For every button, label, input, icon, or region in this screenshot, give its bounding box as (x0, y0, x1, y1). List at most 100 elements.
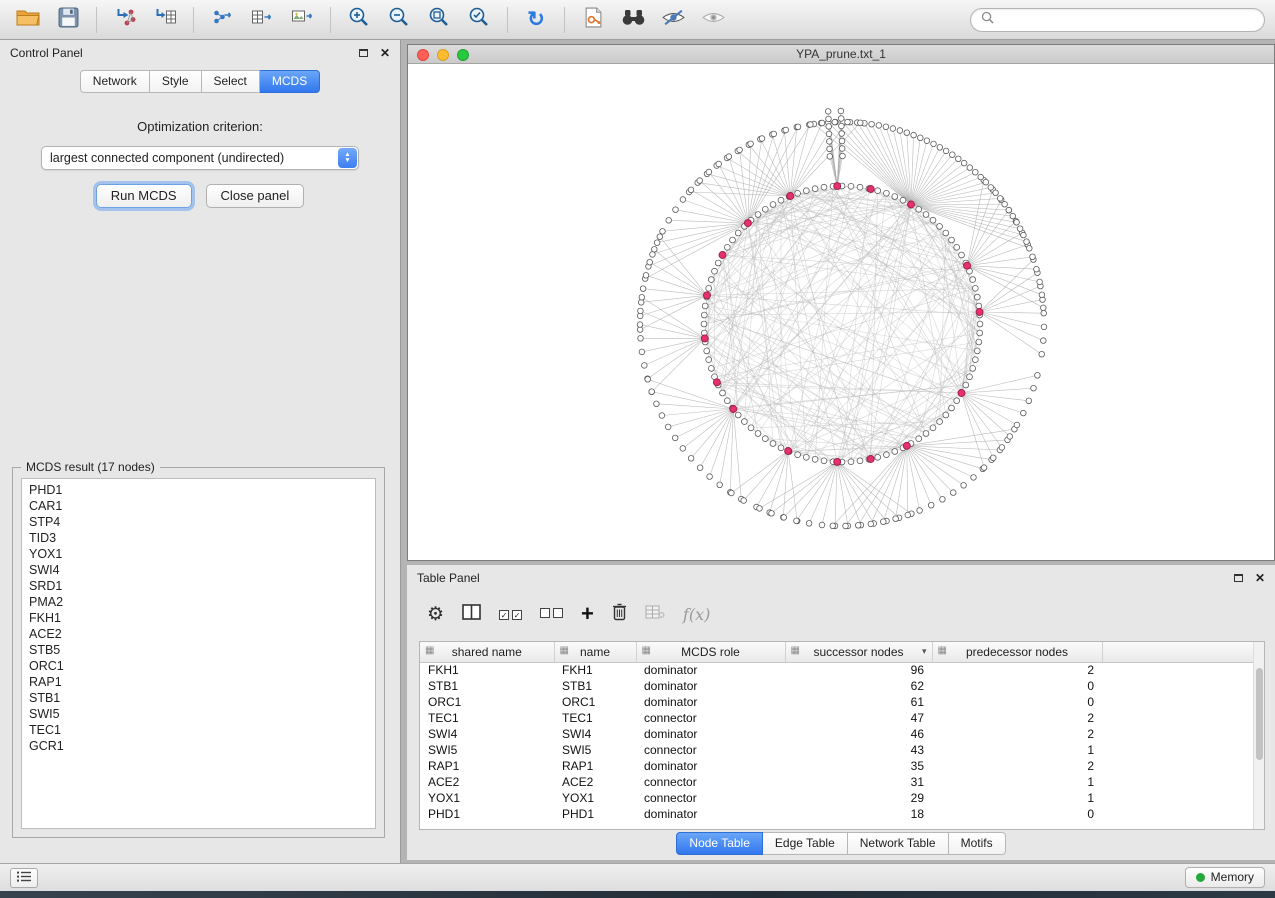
mcds-result-item[interactable]: PHD1 (29, 482, 368, 498)
mcds-result-item[interactable]: GCR1 (29, 738, 368, 754)
table-cell[interactable]: dominator (636, 758, 785, 774)
network-canvas[interactable] (408, 64, 1274, 560)
add-column-button[interactable]: + (581, 603, 594, 625)
table-tab-motifs[interactable]: Motifs (949, 832, 1006, 855)
table-cell[interactable]: STB1 (420, 678, 554, 694)
table-cell[interactable]: 18 (785, 806, 932, 822)
mcds-result-item[interactable]: ORC1 (29, 658, 368, 674)
table-cell[interactable]: RAP1 (420, 758, 554, 774)
float-panel-icon[interactable] (359, 49, 368, 57)
mcds-result-item[interactable]: SRD1 (29, 578, 368, 594)
table-cell[interactable]: ACE2 (420, 774, 554, 790)
column-header-successor-nodes[interactable]: ▦successor nodes▾ (785, 642, 932, 662)
criterion-dropdown[interactable]: largest connected component (undirected)… (41, 146, 359, 170)
table-tab-node-table[interactable]: Node Table (676, 832, 763, 855)
close-panel-icon[interactable]: ✕ (380, 47, 390, 59)
mcds-result-item[interactable]: TID3 (29, 530, 368, 546)
table-cell[interactable]: 2 (932, 758, 1102, 774)
table-cell[interactable]: TEC1 (554, 710, 636, 726)
column-header-name[interactable]: ▦name (554, 642, 636, 662)
export-network-button[interactable] (204, 5, 240, 35)
table-cell[interactable]: 2 (932, 710, 1102, 726)
mcds-result-item[interactable]: STB5 (29, 642, 368, 658)
table-tab-network-table[interactable]: Network Table (848, 832, 949, 855)
float-table-panel-icon[interactable] (1234, 574, 1243, 582)
table-cell[interactable]: 2 (932, 662, 1102, 678)
mcds-result-item[interactable]: CAR1 (29, 498, 368, 514)
memory-button[interactable]: Memory (1185, 867, 1265, 888)
mcds-result-item[interactable]: STP4 (29, 514, 368, 530)
mcds-result-item[interactable]: ACE2 (29, 626, 368, 642)
export-table-button[interactable] (244, 5, 280, 35)
mcds-result-item[interactable]: STB1 (29, 690, 368, 706)
table-cell[interactable]: 1 (932, 774, 1102, 790)
table-cell[interactable]: dominator (636, 806, 785, 822)
table-row[interactable]: YOX1YOX1connector291 (420, 790, 1264, 806)
table-cell[interactable]: 96 (785, 662, 932, 678)
table-cell[interactable]: 31 (785, 774, 932, 790)
table-cell[interactable]: 0 (932, 678, 1102, 694)
zoom-out-button[interactable] (381, 5, 417, 35)
mcds-result-item[interactable]: FKH1 (29, 610, 368, 626)
table-row[interactable]: STB1STB1dominator620 (420, 678, 1264, 694)
table-scrollbar[interactable] (1253, 642, 1264, 829)
search-input[interactable] (1000, 12, 1254, 28)
mcds-result-item[interactable]: RAP1 (29, 674, 368, 690)
save-session-button[interactable] (50, 5, 86, 35)
mcds-result-item[interactable]: PMA2 (29, 594, 368, 610)
tab-mcds[interactable]: MCDS (260, 70, 320, 93)
toggle-graphics-details-button[interactable] (655, 5, 691, 35)
search-field[interactable] (970, 8, 1265, 32)
table-cell[interactable]: RAP1 (554, 758, 636, 774)
import-network-button[interactable] (107, 5, 143, 35)
table-cell[interactable]: connector (636, 742, 785, 758)
zoom-fit-button[interactable] (421, 5, 457, 35)
table-cell[interactable]: connector (636, 790, 785, 806)
close-window-button[interactable] (417, 49, 429, 61)
zoom-selected-button[interactable] (461, 5, 497, 35)
open-session-button[interactable] (10, 5, 46, 35)
unselect-all-columns-button[interactable] (540, 605, 563, 623)
table-cell[interactable]: FKH1 (554, 662, 636, 678)
table-cell[interactable]: STB1 (554, 678, 636, 694)
close-table-panel-icon[interactable]: ✕ (1255, 572, 1265, 584)
table-cell[interactable]: ORC1 (554, 694, 636, 710)
task-history-button[interactable] (10, 868, 38, 888)
table-cell[interactable]: YOX1 (420, 790, 554, 806)
table-cell[interactable]: SWI4 (554, 726, 636, 742)
table-row[interactable]: PHD1PHD1dominator180 (420, 806, 1264, 822)
table-cell[interactable]: 1 (932, 790, 1102, 806)
tab-style[interactable]: Style (150, 70, 202, 93)
delete-column-button[interactable] (612, 603, 627, 626)
table-cell[interactable]: TEC1 (420, 710, 554, 726)
export-image-button[interactable] (284, 5, 320, 35)
mcds-result-item[interactable]: TEC1 (29, 722, 368, 738)
zoom-in-button[interactable] (341, 5, 377, 35)
table-cell[interactable]: dominator (636, 662, 785, 678)
table-cell[interactable]: ACE2 (554, 774, 636, 790)
network-window-titlebar[interactable]: YPA_prune.txt_1 (408, 45, 1274, 64)
table-cell[interactable]: FKH1 (420, 662, 554, 678)
table-cell[interactable]: 35 (785, 758, 932, 774)
table-cell[interactable]: ORC1 (420, 694, 554, 710)
table-cell[interactable]: PHD1 (554, 806, 636, 822)
table-row[interactable]: SWI5SWI5connector431 (420, 742, 1264, 758)
column-header-MCDS-role[interactable]: ▦MCDS role (636, 642, 785, 662)
table-scrollbar-thumb[interactable] (1256, 668, 1263, 760)
table-cell[interactable]: 1 (932, 742, 1102, 758)
table-row[interactable]: ORC1ORC1dominator610 (420, 694, 1264, 710)
column-header-predecessor-nodes[interactable]: ▦predecessor nodes (932, 642, 1102, 662)
select-all-columns-button[interactable]: ✓✓ (499, 605, 522, 623)
table-cell[interactable]: SWI5 (554, 742, 636, 758)
column-header-shared-name[interactable]: ▦shared name (420, 642, 554, 662)
mcds-result-item[interactable]: SWI4 (29, 562, 368, 578)
table-row[interactable]: ACE2ACE2connector311 (420, 774, 1264, 790)
table-tab-edge-table[interactable]: Edge Table (763, 832, 848, 855)
clone-network-button[interactable] (575, 5, 611, 35)
table-row[interactable]: RAP1RAP1dominator352 (420, 758, 1264, 774)
table-cell[interactable]: dominator (636, 726, 785, 742)
table-settings-button[interactable]: ⚙ (427, 605, 444, 624)
table-cell[interactable]: dominator (636, 694, 785, 710)
table-cell[interactable]: 29 (785, 790, 932, 806)
table-cell[interactable]: dominator (636, 678, 785, 694)
